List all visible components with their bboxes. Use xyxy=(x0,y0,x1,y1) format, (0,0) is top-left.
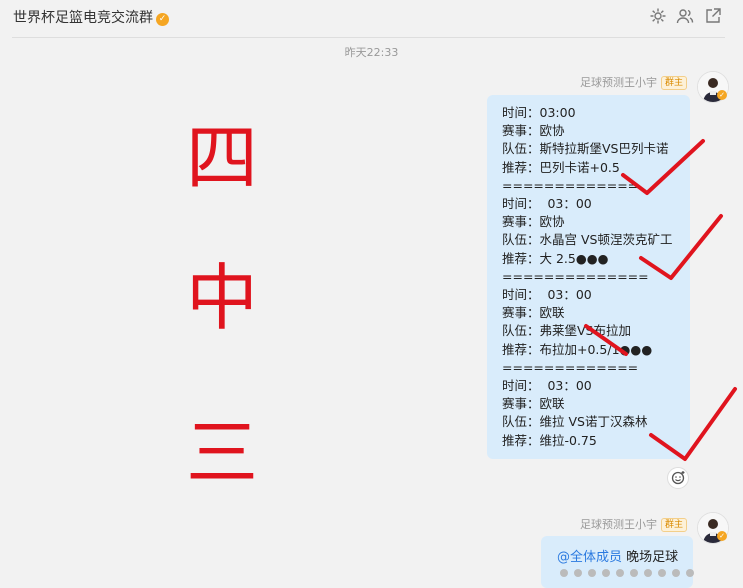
owner-badge: 群主 xyxy=(661,518,688,532)
verified-badge-icon: ✓ xyxy=(156,13,169,26)
header-divider xyxy=(12,37,725,38)
owner-badge: 群主 xyxy=(661,76,688,90)
sender-name[interactable]: 足球预测王小宇 群主 xyxy=(580,516,688,532)
add-reaction-icon[interactable] xyxy=(667,467,689,489)
checkmark-icon xyxy=(649,387,737,461)
smiley-icon xyxy=(671,471,685,485)
checkmark-icon xyxy=(639,214,723,280)
avatar-verified-icon: ✓ xyxy=(717,531,727,541)
checkmark-icon xyxy=(621,139,705,195)
overlay-char: 中 xyxy=(186,256,259,340)
message-text[interactable]: @全体成员 晚场足球 xyxy=(557,546,678,565)
message-line: ============= xyxy=(502,359,639,375)
external-link-icon[interactable] xyxy=(704,7,722,25)
message-line: 时间： 03：00 xyxy=(502,287,592,303)
group-members-icon[interactable] xyxy=(676,7,694,25)
sender-name[interactable]: 足球预测王小宇 群主 xyxy=(580,74,688,90)
overlay-char: 四 xyxy=(186,116,259,200)
overlay-char: 三 xyxy=(186,411,259,495)
avatar-verified-icon: ✓ xyxy=(717,90,727,100)
cross-mark-icon xyxy=(584,324,628,356)
gear-icon[interactable] xyxy=(649,7,667,25)
message-timestamp: 昨天22:33 xyxy=(344,46,399,59)
message-line: 时间：03:00 xyxy=(502,105,576,120)
chat-header: 世界杯足篮电竞交流群 ✓ xyxy=(0,0,743,37)
group-title: 世界杯足篮电竞交流群 ✓ xyxy=(13,7,169,27)
mention-all[interactable]: @全体成员 xyxy=(557,550,622,565)
more-messages-indicator-icon[interactable] xyxy=(556,566,706,580)
